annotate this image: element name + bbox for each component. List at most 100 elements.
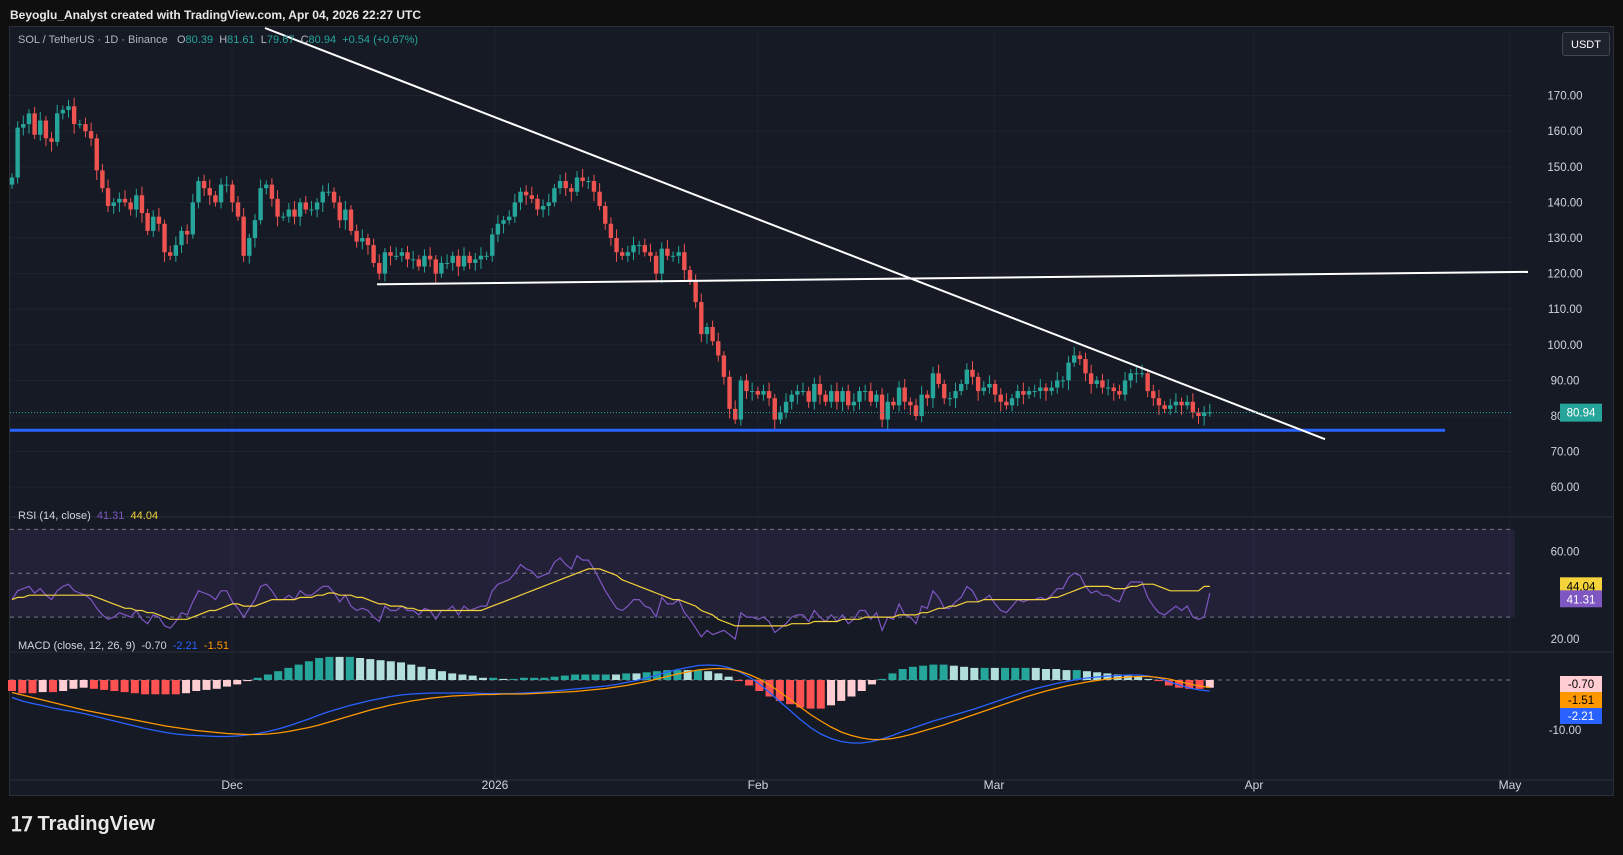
macd-histogram-bar [908, 666, 917, 680]
candle-body [1055, 380, 1060, 388]
macd-histogram-bar [765, 680, 774, 697]
candle-body [512, 202, 518, 217]
candle-body [953, 391, 958, 399]
candle-body [190, 202, 195, 235]
macd-histogram-bar [734, 680, 743, 682]
candle-body [326, 191, 331, 193]
candle-body [1151, 391, 1156, 399]
candle-body [168, 252, 173, 256]
candle-body [162, 223, 167, 253]
candle-body [258, 188, 263, 221]
descending-trendline [264, 27, 1326, 441]
macd-histogram-bar [693, 670, 702, 680]
candle-body [812, 383, 817, 402]
candle-body [269, 184, 275, 199]
candle-body [874, 394, 879, 402]
macd-histogram-bar [468, 675, 477, 680]
candle-body [151, 216, 156, 231]
macd-histogram-bar [704, 671, 713, 680]
candle-body [139, 195, 145, 214]
macd-histogram-bar [233, 680, 242, 685]
candle-body [902, 387, 907, 402]
candle-body [467, 255, 472, 263]
candle-body [495, 223, 501, 235]
macd-histogram-bar [939, 664, 948, 680]
macd-histogram-bar [919, 665, 928, 680]
macd-histogram-bar [59, 680, 68, 691]
candle-body [597, 191, 602, 206]
candle-body [218, 184, 224, 203]
macd-value: -2.21 [172, 640, 198, 652]
macd-histogram-bar [458, 674, 467, 680]
candle-body [716, 341, 721, 356]
candle-body [122, 198, 128, 203]
symbol-label[interactable]: SOL / TetherUS · 1D · Binance [18, 34, 168, 46]
macd-histogram-bar [161, 680, 170, 695]
macd-histogram-bar [417, 666, 426, 680]
macd-histogram-bar [612, 674, 621, 680]
candle-body [721, 355, 727, 377]
candle-body [450, 255, 455, 263]
price-tick-label: 110.00 [1548, 304, 1582, 316]
candle-body [281, 216, 286, 218]
macd-histogram-bar [1062, 670, 1071, 680]
candle-body [416, 259, 421, 267]
candle-body [100, 170, 105, 189]
macd-histogram-bar [38, 680, 47, 693]
macd-histogram-bar [949, 665, 958, 680]
candle-body [490, 234, 495, 256]
candle-body [224, 184, 229, 186]
candle-body [241, 216, 246, 256]
candle-body [540, 205, 546, 210]
time-tick-label: Feb [748, 778, 769, 792]
candle-body [444, 262, 450, 264]
candle-body [15, 127, 20, 178]
chart-svg[interactable]: 60.0070.0080.0090.00100.00110.00120.0013… [0, 0, 1623, 855]
candle-body [704, 327, 710, 335]
candle-body [947, 398, 953, 400]
candle-body [60, 109, 66, 114]
candle-body [620, 252, 625, 256]
candle-body [1122, 380, 1128, 395]
candle-body [1145, 373, 1150, 392]
macd-histogram-bar [100, 680, 109, 690]
rsi-value: 41.31 [96, 510, 125, 522]
time-tick-label: May [1499, 778, 1522, 792]
candle-body [1066, 362, 1071, 381]
macd-histogram-bar [591, 674, 600, 680]
macd-histogram-bar [397, 662, 406, 680]
currency-button[interactable]: USDT [1562, 32, 1610, 56]
macd-histogram-bar [427, 669, 436, 680]
macd-legend: MACD (close, 12, 26, 9) -0.70 -2.21 -1.5… [18, 640, 229, 652]
macd-histogram-bar [1154, 680, 1163, 682]
rsi-name[interactable]: RSI (14, close) [18, 510, 91, 522]
macd-histogram-bar [1011, 667, 1020, 680]
macd-name[interactable]: MACD (close, 12, 26, 9) [18, 640, 135, 652]
candle-body [1190, 401, 1196, 413]
candle-body [394, 255, 399, 257]
macd-histogram-bar [120, 680, 129, 693]
candle-body [173, 245, 179, 256]
macd-histogram-bar [960, 666, 969, 680]
candle-body [66, 106, 71, 110]
candle-body [26, 113, 32, 125]
candle-body [591, 181, 597, 192]
tradingview-logo[interactable]: 𝟣𝟩 TradingView [10, 812, 155, 837]
macd-histogram-bar [745, 680, 754, 686]
candle-body [614, 238, 619, 253]
candle-body [1139, 373, 1145, 375]
candle-body [942, 383, 947, 399]
candle-body [1173, 401, 1179, 406]
macd-histogram-bar [1031, 667, 1040, 680]
candle-body [552, 188, 557, 203]
macd-histogram-bar [263, 674, 272, 680]
candle-body [365, 238, 371, 246]
candle-body [1162, 405, 1167, 409]
candle-body [778, 412, 783, 420]
macd-badge-label: -2.21 [1568, 711, 1594, 723]
candle-body [55, 113, 60, 142]
candle-body [823, 394, 828, 402]
macd-histogram-bar [376, 660, 385, 680]
macd-histogram-bar [878, 678, 887, 680]
candle-body [314, 202, 320, 210]
